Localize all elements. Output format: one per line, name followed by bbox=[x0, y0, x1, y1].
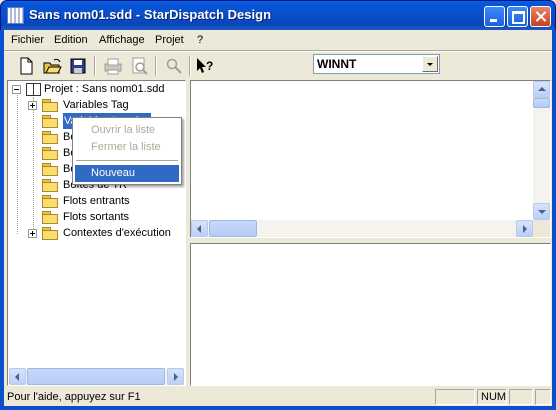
folder-icon bbox=[42, 163, 58, 176]
folder-icon bbox=[42, 227, 58, 240]
menu-help[interactable]: ? bbox=[197, 34, 203, 46]
find-icon[interactable] bbox=[163, 55, 185, 77]
status-panel bbox=[509, 389, 533, 405]
open-folder-icon[interactable] bbox=[41, 55, 63, 77]
menu-bar: Fichier Edition Affichage Projet ? bbox=[4, 30, 552, 50]
folder-icon bbox=[42, 115, 58, 128]
scroll-up-button[interactable] bbox=[533, 81, 550, 98]
tree-item-label: Flots sortants bbox=[63, 211, 130, 223]
scroll-right-button[interactable] bbox=[516, 220, 533, 237]
status-text: Pour l'aide, appuyez sur F1 bbox=[7, 391, 141, 403]
editor-pane-top[interactable] bbox=[190, 80, 551, 238]
platform-select[interactable]: WINNT bbox=[313, 54, 440, 74]
status-bar: Pour l'aide, appuyez sur F1 NUM bbox=[4, 388, 552, 406]
scroll-right-button[interactable] bbox=[167, 368, 184, 385]
folder-icon bbox=[42, 131, 58, 144]
scrollbar-corner bbox=[533, 220, 550, 237]
folder-icon bbox=[42, 195, 58, 208]
output-pane-bottom[interactable] bbox=[190, 243, 551, 386]
context-item-new[interactable]: Nouveau bbox=[75, 165, 179, 182]
context-item-open-list[interactable]: Ouvrir la liste bbox=[75, 122, 179, 139]
tree-item-label: Contextes d'exécution bbox=[63, 227, 171, 239]
horizontal-scrollbar[interactable] bbox=[191, 220, 533, 237]
tree-horizontal-scrollbar[interactable] bbox=[9, 368, 184, 385]
print-preview-icon[interactable] bbox=[128, 55, 150, 77]
window-border-right bbox=[552, 30, 556, 410]
status-panel bbox=[535, 389, 551, 405]
collapse-icon[interactable] bbox=[12, 85, 21, 94]
toolbar-separator bbox=[189, 56, 191, 76]
maximize-button[interactable] bbox=[507, 6, 528, 27]
context-item-close-list[interactable]: Fermer la liste bbox=[75, 139, 179, 156]
expand-icon[interactable] bbox=[28, 229, 37, 238]
menu-projet[interactable]: Projet bbox=[155, 34, 184, 46]
window-border-left bbox=[0, 30, 4, 410]
status-panel-num: NUM bbox=[477, 389, 507, 405]
menu-fichier[interactable]: Fichier bbox=[11, 34, 44, 46]
toolbar-separator bbox=[94, 56, 96, 76]
context-menu: Ouvrir la liste Fermer la liste Nouveau bbox=[72, 117, 182, 185]
folder-icon bbox=[42, 211, 58, 224]
tree-connector bbox=[17, 89, 19, 234]
scroll-left-button[interactable] bbox=[191, 220, 208, 237]
window-title: Sans nom01.sdd - StarDispatch Design bbox=[29, 7, 272, 22]
scroll-thumb[interactable] bbox=[533, 98, 550, 108]
tree-item-label: Flots entrants bbox=[63, 195, 130, 207]
svg-text:?: ? bbox=[206, 59, 213, 73]
chevron-down-icon[interactable] bbox=[422, 56, 438, 72]
menu-edition[interactable]: Edition bbox=[54, 34, 88, 46]
folder-icon bbox=[42, 179, 58, 192]
tree-connector bbox=[33, 97, 35, 235]
app-icon[interactable] bbox=[7, 7, 24, 24]
context-help-icon[interactable]: ? bbox=[194, 55, 216, 77]
close-button[interactable] bbox=[530, 6, 551, 27]
scroll-thumb[interactable] bbox=[27, 368, 165, 385]
menu-affichage[interactable]: Affichage bbox=[99, 34, 145, 46]
save-icon[interactable] bbox=[67, 55, 89, 77]
toolbar-separator bbox=[155, 56, 157, 76]
status-panel bbox=[435, 389, 475, 405]
vertical-scrollbar[interactable] bbox=[533, 81, 550, 220]
minimize-button[interactable] bbox=[484, 6, 505, 27]
folder-icon bbox=[42, 147, 58, 160]
toolbar: ? bbox=[4, 52, 552, 78]
expand-icon[interactable] bbox=[28, 101, 37, 110]
context-menu-separator bbox=[76, 160, 178, 161]
platform-select-value: WINNT bbox=[317, 57, 357, 71]
scroll-down-button[interactable] bbox=[533, 203, 550, 220]
window-border-bottom bbox=[0, 406, 556, 410]
new-file-icon[interactable] bbox=[15, 55, 37, 77]
scroll-thumb[interactable] bbox=[209, 220, 257, 237]
print-icon[interactable] bbox=[102, 55, 124, 77]
tree-root-label: Projet : Sans nom01.sdd bbox=[44, 83, 165, 95]
folder-icon bbox=[42, 99, 58, 112]
tree-item-label: Variables Tag bbox=[63, 99, 129, 111]
project-book-icon bbox=[25, 82, 41, 96]
scroll-left-button[interactable] bbox=[9, 368, 26, 385]
